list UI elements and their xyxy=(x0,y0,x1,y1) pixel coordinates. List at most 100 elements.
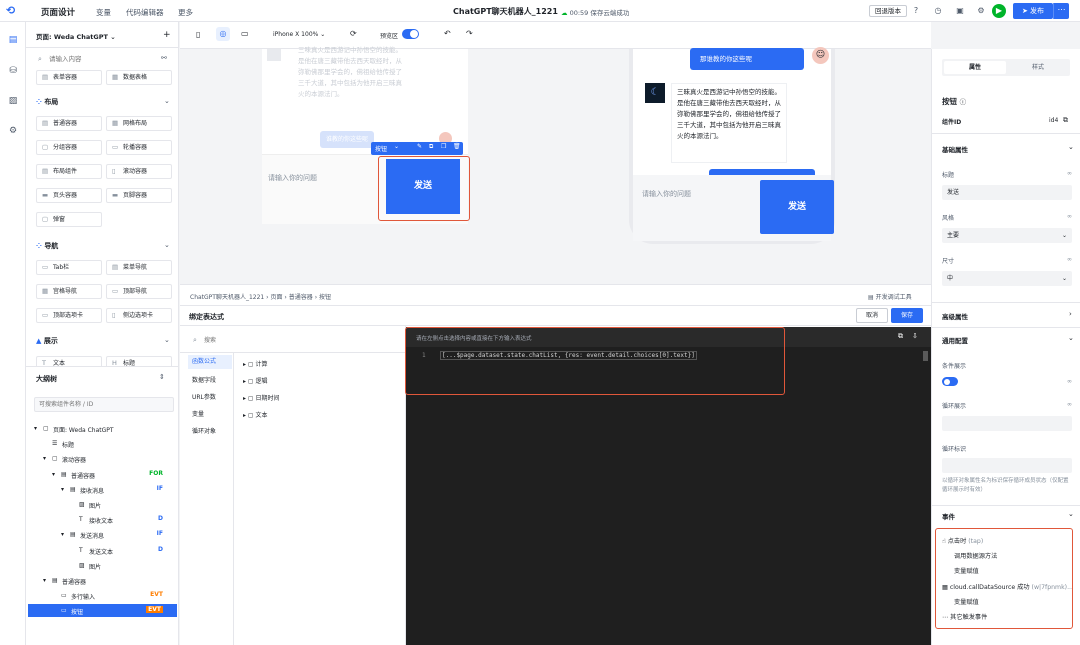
debug-icon[interactable]: ⚙ xyxy=(976,6,986,16)
format-icon[interactable]: ⇩ xyxy=(912,332,918,340)
duplicate-icon[interactable]: ❐ xyxy=(441,143,446,150)
device-select[interactable]: iPhone X 100% ⌄ xyxy=(273,31,325,38)
component-layout-item[interactable]: ▬ 页脚容器 xyxy=(106,188,172,203)
size-select[interactable]: 中 ⌄ xyxy=(942,271,1072,286)
component-layout-item[interactable]: ▤ 布局组件 xyxy=(36,164,102,179)
redo-icon[interactable]: ↷ xyxy=(466,29,473,38)
caret-icon[interactable]: ▾ xyxy=(43,577,46,584)
events-header[interactable]: 事件 xyxy=(942,511,955,521)
section-layout[interactable]: ⁘ 布局 xyxy=(36,97,58,107)
database-icon[interactable]: ⛁ xyxy=(7,65,19,77)
section-navigation[interactable]: ⁘ 导航 xyxy=(36,241,58,251)
caret-icon[interactable]: ▾ xyxy=(61,531,64,538)
folder-calc[interactable]: ▸ ▢ 计算 xyxy=(243,359,268,368)
tree-node[interactable]: ▾ ▤ 发送消息 IF xyxy=(28,528,177,541)
phone-question-input[interactable]: 请输入你的问题 xyxy=(642,189,691,199)
nav-variables[interactable]: 变量 xyxy=(96,7,111,18)
breadcrumb-item[interactable]: 普通容器 xyxy=(289,294,313,301)
bind-data-icon[interactable]: ∞ xyxy=(1067,401,1072,408)
folder-logic[interactable]: ▸ ▢ 逻辑 xyxy=(243,376,268,385)
tree-node[interactable]: ▾ ▢ 滚动容器 xyxy=(28,452,177,465)
component-layout-item[interactable]: ▢ 弹窗 xyxy=(36,212,102,227)
phone-send-button[interactable]: 发送 xyxy=(760,180,834,234)
section-display[interactable]: ▲ 展示 xyxy=(36,336,58,346)
component-data-table[interactable]: ▦ 数据表格 xyxy=(106,70,172,85)
component-nav-item[interactable]: ▯ 侧边选项卡 xyxy=(106,308,172,323)
chevron-down-icon[interactable]: ⌄ xyxy=(1068,334,1074,342)
info-icon[interactable]: ⓘ xyxy=(960,98,967,106)
component-layout-item[interactable]: ▬ 页头容器 xyxy=(36,188,102,203)
component-nav-item[interactable]: ▭ Tab栏 xyxy=(36,260,102,275)
mobile-view-icon[interactable]: ▯ xyxy=(196,30,200,39)
component-layout-item[interactable]: ▤ 普通容器 xyxy=(36,116,102,131)
category-functions[interactable]: 函数公式 xyxy=(188,355,232,369)
chevron-right-icon[interactable]: › xyxy=(1069,310,1072,318)
help-icon[interactable]: ? xyxy=(911,6,921,16)
general-config-header[interactable]: 通用配置 xyxy=(942,335,968,345)
history-icon[interactable]: ◷ xyxy=(933,6,943,16)
save-button[interactable]: 保存 xyxy=(891,308,923,323)
copy-icon[interactable]: ⧉ xyxy=(1063,116,1068,125)
style-select[interactable]: 主要 ⌄ xyxy=(942,228,1072,243)
folder-datetime[interactable]: ▸ ▢ 日期时间 xyxy=(243,393,280,402)
tab-styles[interactable]: 样式 xyxy=(1008,61,1068,74)
more-menu-button[interactable]: ⋯ xyxy=(1053,3,1069,19)
title-input[interactable]: 发送 xyxy=(942,185,1072,200)
tree-node[interactable]: ▾ ▢ 页面: Weda ChatGPT xyxy=(28,422,177,435)
tree-node[interactable]: ▾ ▤ 接收消息 IF xyxy=(28,483,177,496)
chevron-down-icon[interactable]: ⌄ xyxy=(1068,143,1074,151)
category-url-params[interactable]: URL参数 xyxy=(192,392,216,401)
nav-code-editor[interactable]: 代码编辑器 xyxy=(126,7,164,18)
pages-icon[interactable]: ▤ xyxy=(7,34,19,46)
tree-node[interactable]: ▭ 按钮 EVT xyxy=(28,604,177,618)
outline-search-input[interactable] xyxy=(34,397,174,412)
caret-icon[interactable]: ▾ xyxy=(61,486,64,493)
caret-icon[interactable]: ▾ xyxy=(43,455,46,462)
component-layout-item[interactable]: ▭ 轮播容器 xyxy=(106,140,172,155)
bind-data-icon[interactable]: ∞ xyxy=(1067,170,1072,177)
tree-node[interactable]: ▾ ▤ 普通容器 FOR xyxy=(28,468,177,481)
chevron-down-icon[interactable]: ⌄ xyxy=(394,143,399,150)
category-data-fields[interactable]: 数据字段 xyxy=(192,375,216,384)
conditional-display-toggle[interactable] xyxy=(942,377,958,386)
tree-node[interactable]: ▨ 图片 xyxy=(28,498,177,511)
expand-collapse-icon[interactable]: ⇕ xyxy=(159,373,165,381)
save-icon[interactable]: ▣ xyxy=(955,6,965,16)
adaptive-view-icon[interactable]: ◎ xyxy=(216,27,230,41)
component-layout-item[interactable]: ▯ 滚动容器 xyxy=(106,164,172,179)
chevron-down-icon[interactable]: ⌄ xyxy=(164,97,170,105)
caret-icon[interactable]: ▾ xyxy=(34,425,37,432)
breadcrumb-item[interactable]: ChatGPT聊天机器人_1221 xyxy=(190,294,264,301)
breadcrumb-item[interactable]: 按钮 xyxy=(319,294,331,301)
undo-icon[interactable]: ↶ xyxy=(444,29,451,38)
bind-data-icon[interactable]: ∞ xyxy=(1067,378,1072,385)
expression-search-input[interactable] xyxy=(204,334,394,346)
advanced-props-header[interactable]: 高级属性 xyxy=(942,311,968,321)
chevron-down-icon[interactable]: ⌄ xyxy=(1068,510,1074,518)
basic-props-header[interactable]: 基础属性 xyxy=(942,144,968,154)
chevron-down-icon[interactable]: ⌄ xyxy=(164,336,170,344)
loop-key-input[interactable] xyxy=(942,458,1072,473)
category-loop-object[interactable]: 循环对象 xyxy=(192,426,216,435)
component-layout-item[interactable]: ▢ 分组容器 xyxy=(36,140,102,155)
tree-node[interactable]: ☰ 标题 xyxy=(28,437,177,450)
edit-icon[interactable]: ✎ xyxy=(417,143,422,150)
tab-properties[interactable]: 属性 xyxy=(944,61,1006,74)
component-nav-item[interactable]: ▦ 宫格导航 xyxy=(36,284,102,299)
delete-icon[interactable]: 🗑 xyxy=(453,143,461,150)
question-input[interactable]: 请输入你的问题 xyxy=(268,173,317,183)
component-form-container[interactable]: ▤ 表单容器 xyxy=(36,70,102,85)
component-text[interactable]: T 文本 xyxy=(36,356,102,366)
page-select[interactable]: 页面: Weda ChatGPT ⌄ xyxy=(36,31,116,41)
preview-play-icon[interactable]: ▶ xyxy=(992,4,1006,18)
devtools-button[interactable]: ▤ 开发调试工具 xyxy=(868,292,912,301)
image-icon[interactable]: ▨ xyxy=(7,95,19,107)
add-page-icon[interactable]: + xyxy=(163,30,171,40)
component-search-input[interactable] xyxy=(49,53,149,65)
loop-display-input[interactable] xyxy=(942,416,1072,431)
rollback-button[interactable]: 回退版本 xyxy=(869,5,907,17)
bind-data-icon[interactable]: ∞ xyxy=(1067,213,1072,220)
tree-node[interactable]: ▾ ▤ 普通容器 xyxy=(28,574,177,587)
component-nav-item[interactable]: ▭ 顶部选项卡 xyxy=(36,308,102,323)
tree-node[interactable]: ▭ 多行输入 EVT xyxy=(28,589,177,602)
